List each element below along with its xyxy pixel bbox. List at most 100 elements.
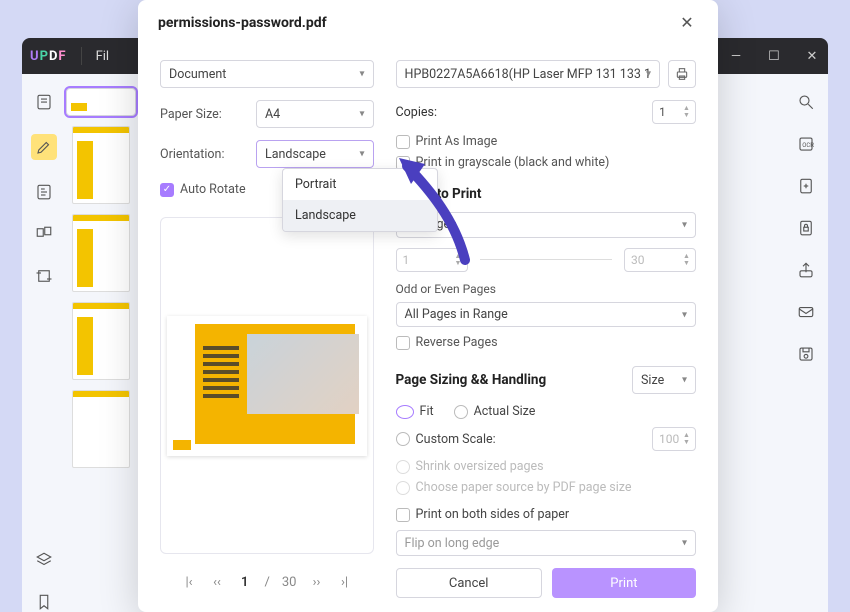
odd-even-select[interactable]: All Pages in Range ▾	[396, 302, 696, 328]
auto-rotate-label: Auto Rotate	[180, 182, 246, 197]
page-to-input[interactable]: 30▲▼	[624, 248, 696, 272]
flip-value: Flip on long edge	[405, 536, 500, 551]
fit-label: Fit	[420, 404, 434, 419]
size-mode-select[interactable]: Size ▾	[632, 366, 696, 394]
mail-icon[interactable]	[796, 302, 816, 322]
auto-rotate-checkbox[interactable]: ✓	[160, 183, 174, 197]
custom-scale-label: Custom Scale:	[416, 432, 652, 447]
sizing-title: Page Sizing && Handling	[396, 372, 632, 388]
preview-page	[167, 316, 367, 456]
actual-size-radio[interactable]	[454, 405, 468, 419]
printer-properties-button[interactable]	[668, 60, 696, 88]
chevron-down-icon: ▾	[646, 69, 651, 80]
chevron-down-icon: ▾	[360, 109, 365, 120]
menu-file[interactable]: Fil	[96, 49, 110, 64]
layers-icon[interactable]	[34, 550, 54, 570]
chevron-down-icon: ▾	[682, 219, 687, 230]
shrink-label: Shrink oversized pages	[416, 459, 544, 474]
pages-to-print-title: Pages to Print	[396, 186, 696, 202]
page-range-select[interactable]: All Pages ▾	[396, 212, 696, 238]
save-icon[interactable]	[796, 344, 816, 364]
pager-current[interactable]: 1	[237, 575, 252, 590]
bookmark-icon[interactable]	[34, 592, 54, 612]
ocr-icon[interactable]: OCR	[796, 134, 816, 154]
chevron-down-icon: ▾	[682, 538, 687, 549]
chevron-down-icon: ▾	[360, 69, 365, 80]
custom-scale-radio[interactable]	[396, 432, 410, 446]
dialog-title: permissions-password.pdf	[158, 15, 327, 31]
pager-first[interactable]: |‹	[181, 575, 197, 590]
reader-icon[interactable]	[34, 92, 54, 112]
print-dialog: permissions-password.pdf ✕ Document ▾ Pa…	[138, 0, 718, 612]
preview-pager: |‹ ‹‹ 1 / 30 ›› ›|	[160, 562, 374, 602]
custom-scale-input[interactable]: 100▲▼	[652, 427, 696, 451]
thumbnail-3[interactable]	[72, 214, 130, 292]
add-page-icon[interactable]	[796, 176, 816, 196]
pager-sep: /	[264, 575, 269, 590]
odd-even-label: Odd or Even Pages	[396, 282, 696, 296]
orientation-select[interactable]: Landscape ▾	[256, 140, 374, 168]
odd-even-value: All Pages in Range	[405, 307, 508, 322]
chevron-down-icon: ▾	[682, 375, 687, 386]
thumbnail-2[interactable]	[72, 126, 130, 204]
edit-text-icon[interactable]	[34, 182, 54, 202]
print-as-image-checkbox[interactable]	[396, 135, 410, 149]
left-rail	[22, 74, 66, 612]
orientation-label: Orientation:	[160, 147, 256, 162]
crop-icon[interactable]	[34, 266, 54, 286]
printer-value: HPB0227A5A6618(HP Laser MFP 131 133 1	[405, 67, 651, 82]
lock-page-icon[interactable]	[796, 218, 816, 238]
svg-text:OCR: OCR	[802, 142, 814, 149]
cancel-button[interactable]: Cancel	[396, 568, 542, 598]
thumbnail-1[interactable]	[66, 88, 136, 116]
pager-prev[interactable]: ‹‹	[209, 575, 225, 590]
reverse-pages-label: Reverse Pages	[416, 335, 498, 350]
copies-input[interactable]: 1 ▲▼	[652, 100, 696, 124]
print-grayscale-label: Print in grayscale (black and white)	[416, 155, 610, 170]
search-icon[interactable]	[796, 92, 816, 112]
orientation-option-landscape[interactable]: Landscape	[283, 200, 437, 231]
reverse-pages-checkbox[interactable]	[396, 336, 410, 350]
highlighter-icon[interactable]	[31, 134, 57, 160]
orientation-dropdown: Portrait Landscape	[282, 168, 438, 232]
minimize-button[interactable]: —	[728, 49, 744, 64]
flip-select: Flip on long edge ▾	[396, 530, 696, 556]
app-logo: UPDF	[30, 49, 67, 64]
page-from-input[interactable]: 1▲▼	[396, 248, 468, 272]
fit-radio[interactable]	[396, 405, 414, 419]
maximize-button[interactable]: ☐	[766, 49, 782, 64]
range-dash	[480, 259, 612, 260]
pager-next[interactable]: ››	[308, 575, 324, 590]
choose-source-radio	[396, 481, 410, 495]
shrink-radio	[396, 460, 410, 474]
copies-label: Copies:	[396, 105, 652, 120]
print-preview	[160, 217, 374, 554]
thumbnail-4[interactable]	[72, 302, 130, 380]
chevron-down-icon: ▾	[682, 309, 687, 320]
size-mode-value: Size	[641, 373, 664, 388]
actual-size-label: Actual Size	[474, 404, 536, 419]
close-icon[interactable]: ✕	[676, 12, 698, 34]
paper-size-label: Paper Size:	[160, 107, 256, 122]
thumbnail-strip	[66, 74, 136, 612]
paper-size-value: A4	[265, 107, 280, 122]
document-select-value: Document	[169, 67, 226, 82]
chevron-down-icon: ▾	[360, 149, 365, 160]
thumbnail-5[interactable]	[72, 390, 130, 468]
print-button[interactable]: Print	[552, 568, 696, 598]
document-select[interactable]: Document ▾	[160, 60, 374, 88]
duplex-checkbox[interactable]	[396, 508, 410, 522]
right-rail: OCR	[784, 74, 828, 612]
share-icon[interactable]	[796, 260, 816, 280]
organize-icon[interactable]	[34, 224, 54, 244]
orientation-value: Landscape	[265, 147, 326, 162]
duplex-label: Print on both sides of paper	[416, 507, 570, 522]
pager-last[interactable]: ›|	[336, 575, 352, 590]
close-window-button[interactable]: ✕	[804, 49, 820, 64]
printer-select[interactable]: HPB0227A5A6618(HP Laser MFP 131 133 1 ▾	[396, 60, 660, 88]
paper-size-select[interactable]: A4 ▾	[256, 100, 374, 128]
pager-total: 30	[282, 575, 297, 590]
print-as-image-label: Print As Image	[416, 134, 498, 149]
orientation-option-portrait[interactable]: Portrait	[283, 169, 437, 200]
choose-source-label: Choose paper source by PDF page size	[416, 480, 632, 495]
